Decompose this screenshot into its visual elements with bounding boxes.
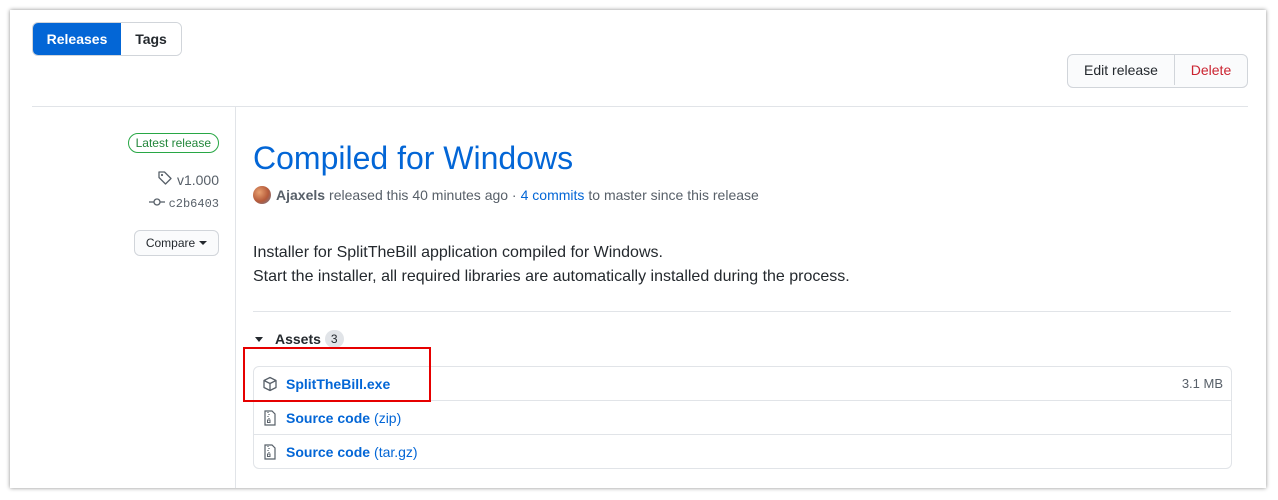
asset-row[interactable]: SplitTheBill.exe 3.1 MB [254, 367, 1231, 400]
commits-suffix: to master since this release [588, 187, 759, 203]
source-code-targz-link[interactable]: Source code [286, 444, 370, 460]
file-zip-icon [262, 443, 278, 460]
compare-button[interactable]: Compare [134, 230, 219, 256]
release-page-frame: Releases Tags Edit release Delete Latest… [10, 10, 1266, 488]
source-code-zip-link[interactable]: Source code [286, 410, 370, 426]
tag-label: v1.000 [176, 171, 219, 188]
assets-heading: Assets [275, 331, 321, 347]
commit-sha: c2b6403 [168, 197, 219, 211]
asset-row[interactable]: Source code (tar.gz) [254, 434, 1231, 468]
release-description: Installer for SplitTheBill application c… [253, 241, 850, 289]
description-line: Installer for SplitTheBill application c… [253, 244, 663, 261]
tag-icon [157, 170, 173, 189]
released-text: released this 40 minutes ago · [329, 187, 517, 203]
release-commit[interactable]: c2b6403 [148, 197, 219, 211]
tab-tags[interactable]: Tags [121, 23, 181, 55]
sidebar-divider [235, 106, 236, 488]
asset-row[interactable]: Source code (zip) [254, 400, 1231, 434]
release-meta: Ajaxels released this 40 minutes ago · 4… [253, 186, 759, 204]
edit-release-button[interactable]: Edit release [1068, 55, 1175, 85]
author-link[interactable]: Ajaxels [276, 187, 325, 203]
file-zip-icon [262, 409, 278, 426]
git-commit-icon [148, 197, 165, 211]
divider [32, 106, 1248, 107]
release-tag[interactable]: v1.000 [157, 170, 219, 189]
avatar[interactable] [253, 186, 271, 204]
description-line: Start the installer, all required librar… [253, 268, 850, 285]
tab-releases[interactable]: Releases [33, 23, 121, 55]
release-title[interactable]: Compiled for Windows [253, 138, 573, 178]
caret-down-icon [199, 241, 208, 245]
assets-list: SplitTheBill.exe 3.1 MB Source code (zip… [253, 366, 1232, 469]
asset-ext[interactable]: (zip) [374, 410, 401, 426]
assets-count-badge: 3 [324, 330, 344, 348]
release-tabs: Releases Tags [32, 22, 182, 56]
commits-link[interactable]: 4 commits [521, 187, 585, 203]
package-icon [262, 376, 278, 392]
asset-link-exe[interactable]: SplitTheBill.exe [286, 376, 390, 392]
triangle-down-icon [255, 336, 263, 342]
compare-label: Compare [145, 236, 196, 250]
asset-size: 3.1 MB [1181, 376, 1223, 391]
divider [253, 311, 1231, 312]
release-actions: Edit release Delete [1067, 54, 1248, 88]
assets-toggle[interactable]: Assets 3 [255, 330, 344, 348]
latest-release-badge: Latest release [127, 133, 219, 153]
asset-ext[interactable]: (tar.gz) [374, 444, 418, 460]
delete-release-button[interactable]: Delete [1175, 55, 1247, 85]
